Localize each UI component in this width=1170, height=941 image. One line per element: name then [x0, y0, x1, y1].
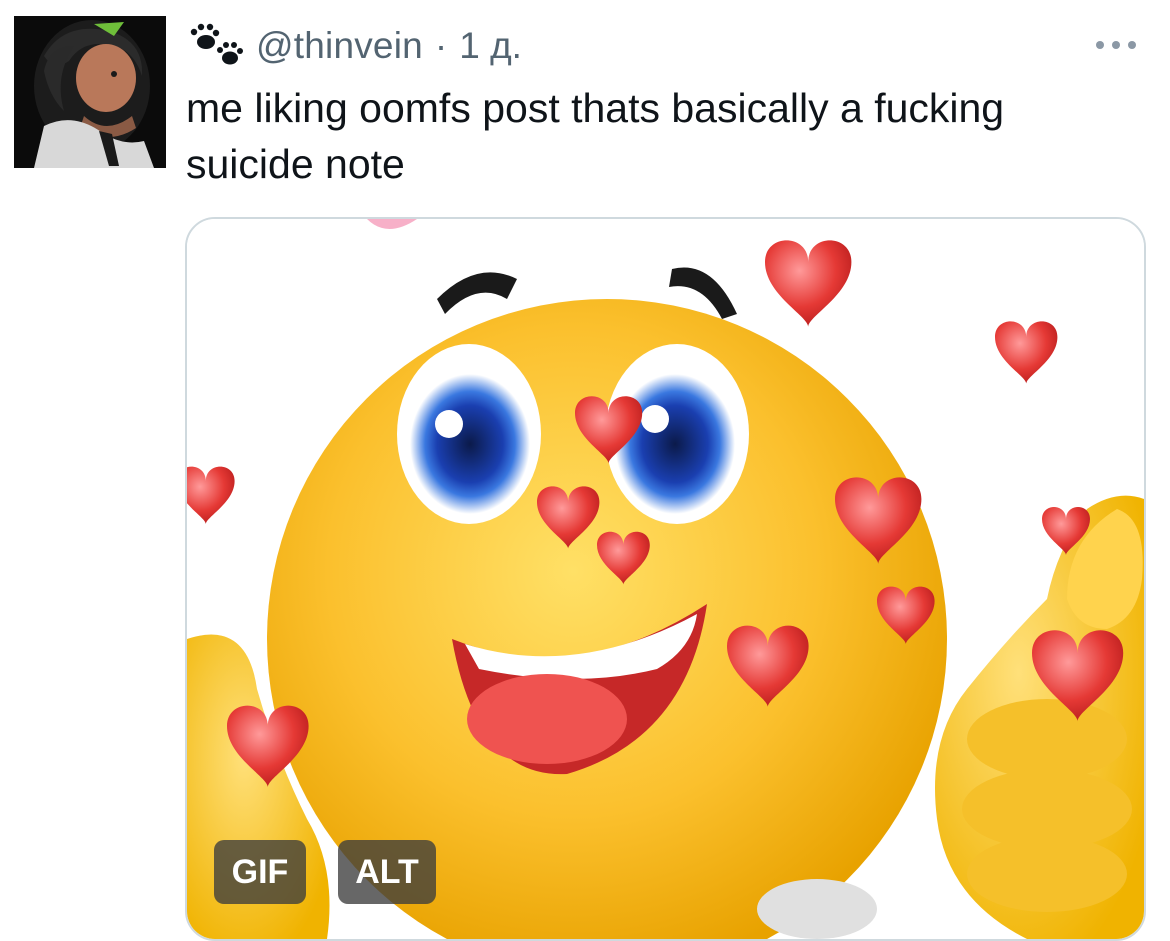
separator-dot: ·: [434, 25, 448, 66]
paw-prints-icon: [186, 22, 246, 70]
more-options-button[interactable]: [1088, 30, 1144, 60]
tweet-media-gif[interactable]: [185, 217, 1146, 941]
timestamp[interactable]: 1 д.: [459, 25, 522, 67]
alt-text-badge[interactable]: ALT: [338, 840, 436, 904]
user-handle[interactable]: @thinvein: [256, 25, 423, 67]
tweet-header: @thinvein · 1 д.: [186, 22, 522, 70]
smiley-gif-image: [187, 219, 1144, 939]
gif-badge[interactable]: GIF: [214, 840, 306, 904]
avatar[interactable]: [14, 16, 166, 168]
more-dots-icon: [1096, 41, 1136, 49]
tweet-text: me liking oomfs post thats basically a f…: [186, 85, 1005, 187]
